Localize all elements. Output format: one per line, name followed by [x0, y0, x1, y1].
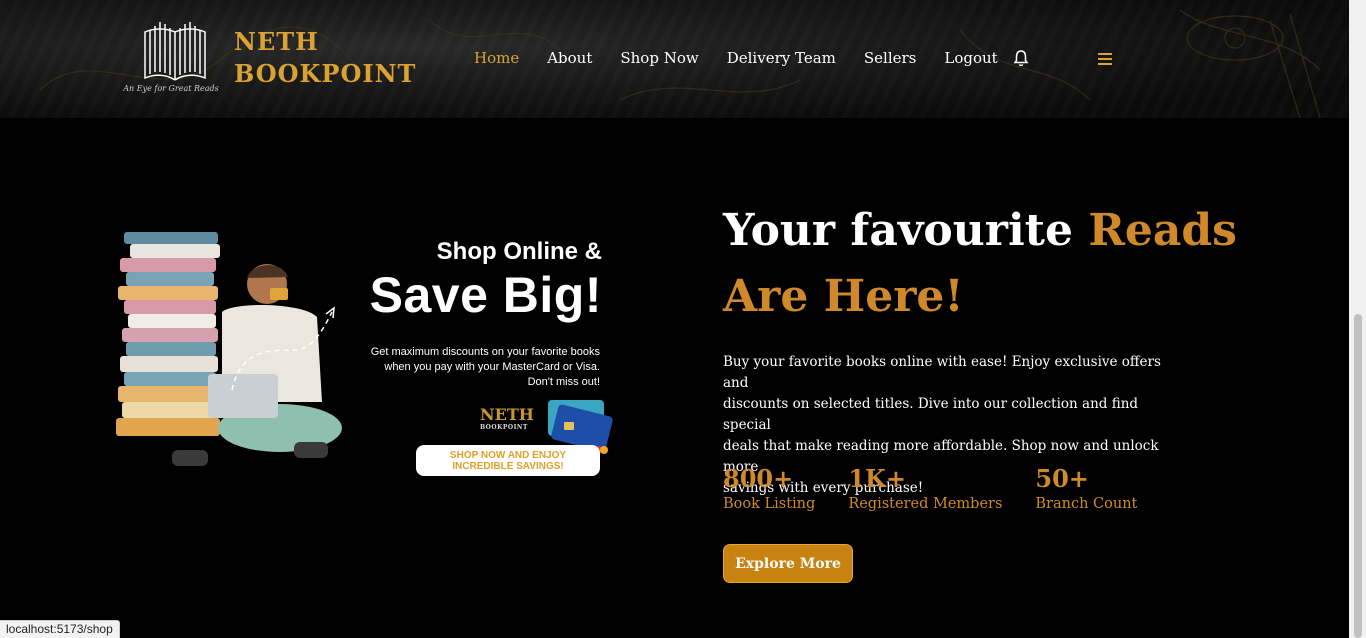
logo-tagline: An Eye for Great Reads — [123, 84, 219, 93]
scrollbar-thumb[interactable] — [1354, 314, 1362, 638]
open-book-logo-icon — [144, 22, 206, 81]
brand-name-line1: NETH — [234, 27, 319, 56]
stat-branch-count: 50+ Branch Count — [1035, 464, 1137, 512]
stat-value: 50+ — [1035, 464, 1089, 493]
brand-name-line2: BOOKPOINT — [234, 59, 417, 88]
explore-more-button[interactable]: Explore More — [723, 544, 853, 583]
banner-title-line1: Shop Online & — [436, 238, 602, 265]
stat-book-listing: 800+ Book Listing — [723, 464, 815, 512]
stat-label: Branch Count — [1035, 496, 1138, 512]
nav-shop-now[interactable]: Shop Now — [620, 46, 698, 70]
nav-delivery-team[interactable]: Delivery Team — [727, 46, 836, 70]
nav-home[interactable]: Home — [474, 46, 519, 70]
stat-registered-members: 1K+ Registered Members — [848, 464, 1002, 512]
hero-heading-gold-1: Reads — [1088, 205, 1237, 256]
hero-heading: Your favourite Reads Are Here! — [723, 198, 1323, 330]
stat-value: 1K+ — [848, 464, 906, 493]
hero-heading-gold-2: Are Here! — [723, 271, 964, 322]
nav-about[interactable]: About — [547, 46, 592, 70]
stat-value: 800+ — [723, 464, 794, 493]
brand-name: NETH BOOKPOINT — [234, 26, 416, 90]
banner-title-line2: Save Big! — [369, 267, 602, 323]
stat-label: Book Listing — [723, 496, 816, 512]
banner-mini-logo-sub: BOOKPOINT — [480, 424, 528, 431]
bell-icon[interactable] — [1012, 49, 1030, 67]
banner-description-line1: Get maximum discounts on your favorite b… — [370, 346, 600, 358]
book-stack-illustration — [116, 232, 220, 436]
hero-section: Your favourite Reads Are Here! Buy your … — [723, 198, 1323, 583]
hero-paragraph-line2: discounts on selected titles. Dive into … — [723, 396, 1139, 433]
banner-mini-logo-text: NETH — [480, 405, 534, 424]
nav-logout[interactable]: Logout — [944, 46, 997, 70]
banner-mini-logo: NETH BOOKPOINT — [480, 406, 538, 434]
banner-description-line3: Don't miss out! — [527, 376, 600, 388]
banner-cta-line1: SHOP NOW AND ENJOY — [449, 450, 567, 461]
stat-label: Registered Members — [848, 496, 1003, 512]
site-header: An Eye for Great Reads NETH BOOKPOINT Ho… — [0, 0, 1349, 118]
hero-paragraph-line1: Buy your favorite books online with ease… — [723, 354, 1161, 391]
site-logo[interactable]: An Eye for Great Reads NETH BOOKPOINT — [112, 16, 432, 100]
page-scrollbar[interactable] — [1349, 0, 1366, 638]
promo-banner[interactable]: Shop Online & Save Big! Get maximum disc… — [112, 222, 632, 487]
main-nav: Home About Shop Now Delivery Team Seller… — [474, 46, 1026, 70]
banner-description-line2: when you pay with your MasterCard or Vis… — [384, 361, 600, 373]
hero-heading-white: Your favourite — [723, 205, 1073, 256]
browser-status-url: localhost:5173/shop — [0, 620, 120, 638]
stats-row: 800+ Book Listing 1K+ Registered Members… — [723, 464, 1170, 512]
banner-description: Get maximum discounts on your favorite b… — [338, 345, 600, 390]
nav-sellers[interactable]: Sellers — [864, 46, 917, 70]
banner-cta-button[interactable]: SHOP NOW AND ENJOY INCREDIBLE SAVINGS! — [416, 445, 600, 476]
banner-cta-line2: INCREDIBLE SAVINGS! — [452, 461, 564, 472]
hamburger-menu-icon[interactable] — [1097, 52, 1113, 66]
